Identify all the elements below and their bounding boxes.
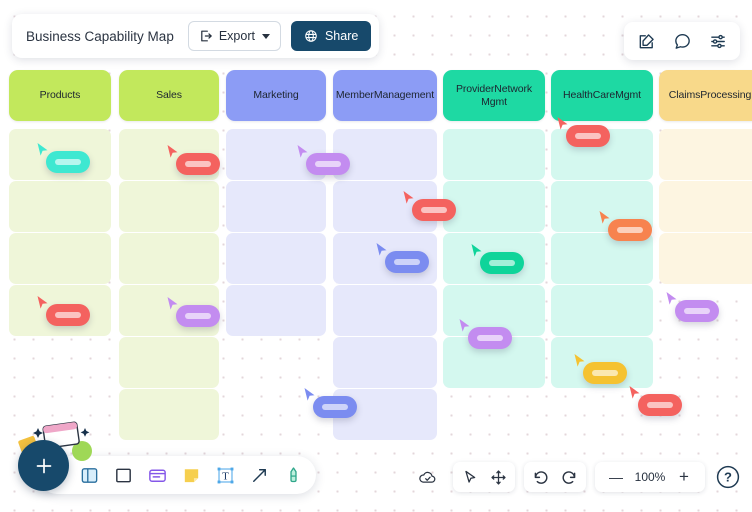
- cloud-check-icon: [414, 464, 440, 490]
- capability-cell[interactable]: [119, 389, 219, 440]
- column-header-label: MemberManagement: [335, 89, 435, 102]
- capability-cell[interactable]: [119, 337, 219, 388]
- capability-cell[interactable]: [333, 389, 437, 440]
- share-button[interactable]: Share: [290, 21, 372, 51]
- page-title: Business Capability Map: [26, 28, 174, 44]
- plus-icon: [32, 454, 56, 478]
- column-header[interactable]: Products: [9, 70, 111, 121]
- capability-cell[interactable]: [443, 233, 545, 284]
- capability-cell[interactable]: [333, 337, 437, 388]
- capability-cell[interactable]: [119, 233, 219, 284]
- capability-cell[interactable]: [333, 285, 437, 336]
- capability-cell[interactable]: [9, 181, 111, 232]
- shape-icon[interactable]: [110, 462, 136, 488]
- arrow-icon[interactable]: [246, 462, 272, 488]
- comment-icon[interactable]: [666, 26, 698, 56]
- export-icon: [199, 29, 213, 43]
- add-button[interactable]: [18, 440, 69, 491]
- redo-icon[interactable]: [556, 464, 582, 490]
- help-button[interactable]: ?: [714, 463, 742, 491]
- card-icon[interactable]: [144, 462, 170, 488]
- board-actions-toolbar: [624, 22, 740, 60]
- board-canvas[interactable]: Products Sales Marketing MemberManagement Pr…: [0, 0, 752, 512]
- capability-cell[interactable]: [119, 181, 219, 232]
- zoom-out-button[interactable]: —: [603, 464, 629, 490]
- capability-cell[interactable]: [551, 337, 653, 388]
- canvas-controls: — 100% + ?: [410, 462, 742, 492]
- column-header[interactable]: MemberManagement: [333, 70, 437, 121]
- cursor-pointer-icon: [665, 291, 679, 307]
- share-label: Share: [324, 29, 359, 43]
- history-group: [524, 462, 586, 492]
- column-header-label: ClaimsProcessing: [668, 89, 752, 102]
- zoom-in-button[interactable]: +: [671, 464, 697, 490]
- svg-text:?: ?: [724, 470, 732, 485]
- capability-cell[interactable]: [9, 233, 111, 284]
- collaborator-name-pill: [638, 394, 682, 416]
- capability-cell[interactable]: [9, 285, 111, 336]
- column-header[interactable]: Marketing: [226, 70, 326, 121]
- capability-cell[interactable]: [551, 129, 653, 180]
- text-icon[interactable]: T: [212, 462, 238, 488]
- zoom-group: — 100% +: [595, 462, 705, 492]
- column-header-label: ProviderNetwork Mgmt: [455, 83, 533, 108]
- capability-cell[interactable]: [333, 181, 437, 232]
- pan-move-icon[interactable]: [485, 464, 511, 490]
- highlighter-icon[interactable]: [280, 462, 306, 488]
- save-status: [410, 462, 444, 492]
- capability-cell[interactable]: [551, 233, 653, 284]
- capability-cell[interactable]: [333, 233, 437, 284]
- capability-cell[interactable]: [226, 129, 326, 180]
- column-header-label: Products: [39, 89, 81, 102]
- collaborator-name-pill: [675, 300, 719, 322]
- capability-cell[interactable]: [226, 181, 326, 232]
- capability-cell[interactable]: [226, 285, 326, 336]
- column-header[interactable]: Sales: [119, 70, 219, 121]
- capability-cell[interactable]: [443, 285, 545, 336]
- column-header[interactable]: ClaimsProcessing: [659, 70, 752, 121]
- select-cursor-icon[interactable]: [457, 464, 483, 490]
- edit-icon[interactable]: [630, 26, 662, 56]
- column-header-label: Marketing: [253, 89, 299, 102]
- whiteboard-app: Products Sales Marketing MemberManagement Pr…: [0, 0, 752, 512]
- globe-icon: [304, 29, 318, 43]
- document-toolbar: Business Capability Map Export Share: [12, 14, 380, 58]
- capability-cell[interactable]: [659, 233, 752, 284]
- frame-icon[interactable]: [76, 462, 102, 488]
- export-button[interactable]: Export: [187, 21, 281, 51]
- chevron-down-icon: [261, 33, 270, 39]
- export-label: Export: [218, 29, 255, 43]
- capability-cell[interactable]: [226, 233, 326, 284]
- capability-cell[interactable]: [119, 285, 219, 336]
- svg-text:T: T: [222, 470, 229, 482]
- cursor-pointer-icon: [303, 387, 317, 403]
- capability-cell[interactable]: [9, 129, 111, 180]
- capability-cell[interactable]: [659, 129, 752, 180]
- settings-icon[interactable]: [702, 26, 734, 56]
- capability-cell[interactable]: [443, 181, 545, 232]
- capability-cell[interactable]: [443, 337, 545, 388]
- column-header-label: Sales: [156, 89, 182, 102]
- capability-cell[interactable]: [551, 181, 653, 232]
- undo-icon[interactable]: [528, 464, 554, 490]
- column-header-label: HealthCareMgmt: [563, 89, 641, 102]
- capability-cell[interactable]: [333, 129, 437, 180]
- sticky-note-icon[interactable]: [178, 462, 204, 488]
- zoom-level-label: 100%: [634, 470, 666, 484]
- pointer-tools-group: [453, 462, 515, 492]
- capability-cell[interactable]: [443, 129, 545, 180]
- capability-cell[interactable]: [659, 181, 752, 232]
- column-header[interactable]: HealthCareMgmt: [551, 70, 653, 121]
- column-header[interactable]: ProviderNetwork Mgmt: [443, 70, 545, 121]
- capability-cell[interactable]: [551, 285, 653, 336]
- capability-cell[interactable]: [119, 129, 219, 180]
